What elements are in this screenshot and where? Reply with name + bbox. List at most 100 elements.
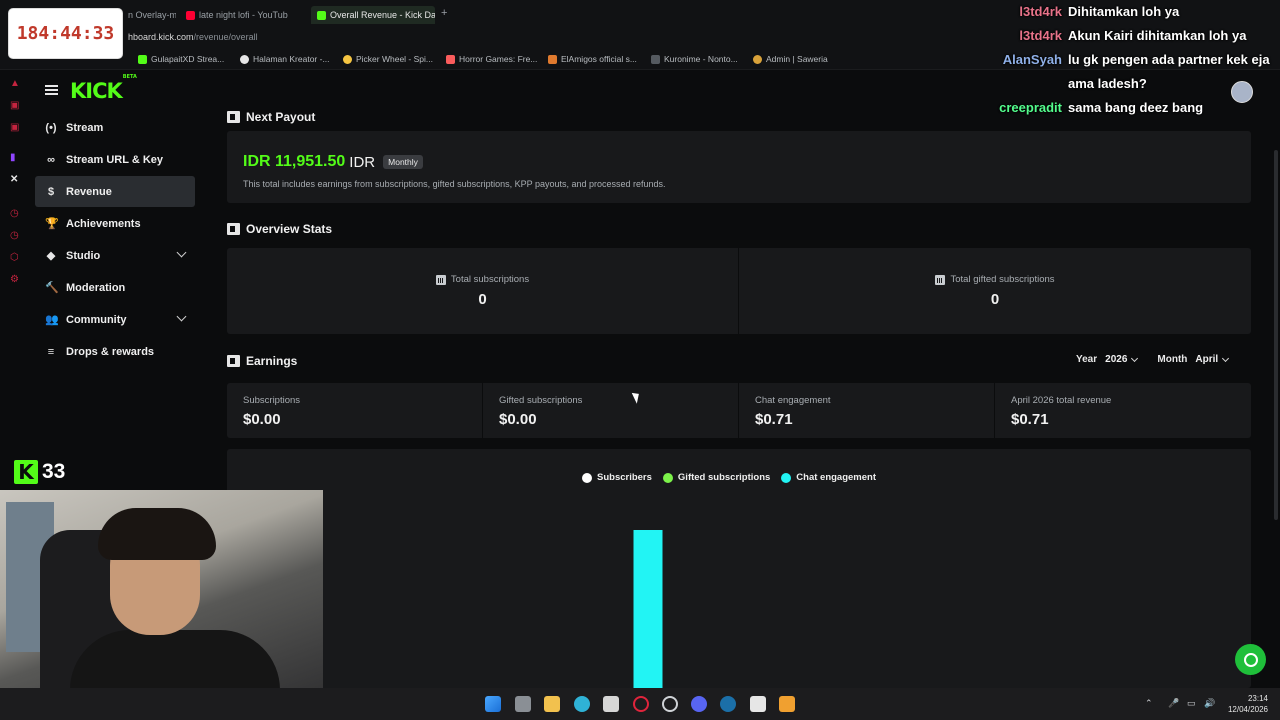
chart-bar-chat-engagement[interactable] — [633, 530, 663, 688]
tab-label: n Overlay-m — [128, 10, 176, 20]
windows-taskbar: ⌃ 🎤 ▭ 🔊 23:14 12/04/2026 — [0, 688, 1280, 720]
history-icon[interactable]: ◷ — [10, 208, 19, 219]
chat-username: l3td4rk — [1019, 4, 1062, 19]
bookmark-item[interactable]: GulapaitXD Strea... — [138, 54, 224, 64]
headset-icon — [1243, 652, 1258, 667]
stat-total-subscriptions: Total subscriptions 0 — [227, 248, 738, 334]
bookmark-item[interactable]: Halaman Kreator -... — [240, 54, 330, 64]
music-icon[interactable]: ▣ — [10, 122, 19, 133]
sidebar-item-moderation[interactable]: 🔨 Moderation — [35, 272, 195, 303]
app-icon[interactable] — [779, 696, 795, 712]
messenger-icon[interactable]: ▣ — [10, 100, 19, 111]
sidebar-item-revenue[interactable]: $ Revenue — [35, 176, 195, 207]
browser-tab-kick-revenue[interactable]: Overall Revenue - Kick Da — [311, 6, 435, 24]
taskbar-clock[interactable]: 23:14 12/04/2026 — [1228, 693, 1268, 715]
chat-username: l3td4rk — [1019, 28, 1062, 43]
sidebar-item-achievements[interactable]: 🏆 Achievements — [35, 208, 195, 239]
microphone-icon[interactable]: 🎤 — [1168, 698, 1179, 709]
file-explorer-icon[interactable] — [544, 696, 560, 712]
bookmark-item[interactable]: Kuronime - Nonto... — [651, 54, 738, 64]
clock-date: 12/04/2026 — [1227, 705, 1268, 714]
earnings-total-revenue: April 2026 total revenue $0.71 — [995, 383, 1251, 438]
url-text[interactable]: hboard.kick.com/revenue/overall — [128, 32, 258, 42]
section-title-text: Next Payout — [246, 110, 316, 124]
sidebar-item-stream-url-key[interactable]: ∞ Stream URL & Key — [35, 144, 195, 175]
bookmark-item[interactable]: Picker Wheel - Spi... — [343, 54, 433, 64]
drops-icon: ≡ — [47, 345, 55, 358]
twitch-icon[interactable]: ▮ — [10, 152, 16, 163]
year-label: Year — [1076, 354, 1098, 365]
sidebar-item-label: Stream — [66, 121, 104, 134]
bookmark-item[interactable]: Horror Games: Fre... — [446, 54, 537, 64]
chat-message: AlanSyah lu gk pengen ada partner kek eja… — [992, 48, 1272, 96]
year-select[interactable]: 2026 — [1105, 354, 1139, 365]
url-host: hboard.kick.com — [128, 32, 194, 42]
earnings-label: Gifted subscriptions — [499, 395, 583, 406]
legend-item-subscribers[interactable]: Subscribers — [582, 472, 652, 483]
next-payout-heading: Next Payout — [227, 110, 315, 124]
earnings-chart — [633, 530, 663, 688]
clock-icon[interactable]: ◷ — [10, 230, 19, 241]
tray-chevron-icon[interactable]: ⌃ — [1145, 698, 1153, 709]
clock-time: 23:14 — [1247, 694, 1268, 703]
payout-note: This total includes earnings from subscr… — [243, 179, 666, 189]
bookmark-item[interactable]: Admin | Saweria — [753, 54, 828, 64]
sidebar-item-drops-rewards[interactable]: ≡ Drops & rewards — [35, 336, 195, 367]
dc-app-icon[interactable] — [750, 696, 766, 712]
menu-icon[interactable] — [45, 85, 58, 95]
store-icon[interactable] — [603, 696, 619, 712]
earnings-value: $0.71 — [1011, 411, 1049, 428]
support-chat-button[interactable] — [1235, 644, 1266, 675]
steam-icon[interactable] — [720, 696, 736, 712]
browser-tab-youtube[interactable]: late night lofi - YouTub — [186, 6, 304, 24]
legend-swatch — [781, 472, 792, 483]
chat-message: l3td4rk Akun Kairi dihitamkan loh ya — [992, 24, 1272, 48]
bookmark-item[interactable]: ElAmigos official s... — [548, 54, 637, 64]
avatar — [1231, 81, 1253, 103]
stat-value: 0 — [990, 291, 1000, 308]
bookmark-favicon-icon — [240, 54, 249, 64]
opera-icon[interactable] — [633, 696, 649, 712]
earnings-label: April 2026 total revenue — [1011, 395, 1112, 406]
webcam-person-hair — [98, 508, 216, 560]
browser-tab-overlay[interactable]: n Overlay-m — [128, 6, 176, 24]
windows-start-icon[interactable] — [485, 696, 501, 712]
stream-timer: 184:44:33 — [9, 9, 122, 58]
volume-icon[interactable]: 🔊 — [1204, 698, 1215, 709]
settings-icon[interactable]: ⚙ — [10, 274, 19, 285]
earnings-value: $0.00 — [243, 411, 281, 428]
page-scrollbar[interactable] — [1274, 150, 1278, 520]
sidebar-item-label: Drops & rewards — [66, 345, 155, 358]
legend-label: Subscribers — [597, 472, 652, 483]
sidebar-item-studio[interactable]: ◆ Studio — [35, 240, 195, 271]
chevron-down-icon[interactable] — [176, 311, 187, 322]
youtube-icon — [186, 10, 195, 20]
bar-chart-icon — [435, 274, 446, 285]
obs-icon[interactable] — [662, 696, 678, 712]
kick-viewer-count: K 33 — [14, 460, 65, 484]
month-select[interactable]: April — [1195, 354, 1230, 365]
logo-text: KICK — [70, 79, 123, 103]
legend-item-chat[interactable]: Chat engagement — [781, 472, 876, 483]
new-tab-button[interactable]: + — [441, 7, 447, 19]
kick-favicon-icon — [317, 10, 326, 20]
overview-stats-heading: Overview Stats — [227, 222, 332, 236]
task-view-icon[interactable] — [515, 696, 531, 712]
extensions-icon[interactable]: ⬡ — [10, 252, 19, 263]
kick-logo[interactable]: KICKBETA — [70, 74, 137, 103]
legend-item-gifted[interactable]: Gifted subscriptions — [662, 472, 770, 483]
discord-icon[interactable] — [691, 696, 707, 712]
link-icon: ∞ — [47, 153, 55, 166]
sidebar-item-stream[interactable]: (•) Stream — [35, 112, 195, 143]
chevron-down-icon[interactable] — [176, 247, 187, 258]
chat-text: Akun Kairi dihitamkan loh ya — [1068, 28, 1247, 43]
sidebar-item-label: Studio — [66, 249, 101, 262]
edge-icon[interactable] — [574, 696, 590, 712]
network-icon[interactable]: ▭ — [1187, 698, 1196, 709]
stat-label-text: Total gifted subscriptions — [950, 274, 1055, 285]
pinboard-icon[interactable]: ▲ — [10, 78, 20, 89]
stat-label: Total subscriptions — [435, 274, 529, 285]
earnings-gifted-subscriptions: Gifted subscriptions $0.00 — [483, 383, 739, 438]
sidebar-item-community[interactable]: 👥 Community — [35, 304, 195, 335]
x-icon[interactable]: ✕ — [10, 174, 18, 185]
